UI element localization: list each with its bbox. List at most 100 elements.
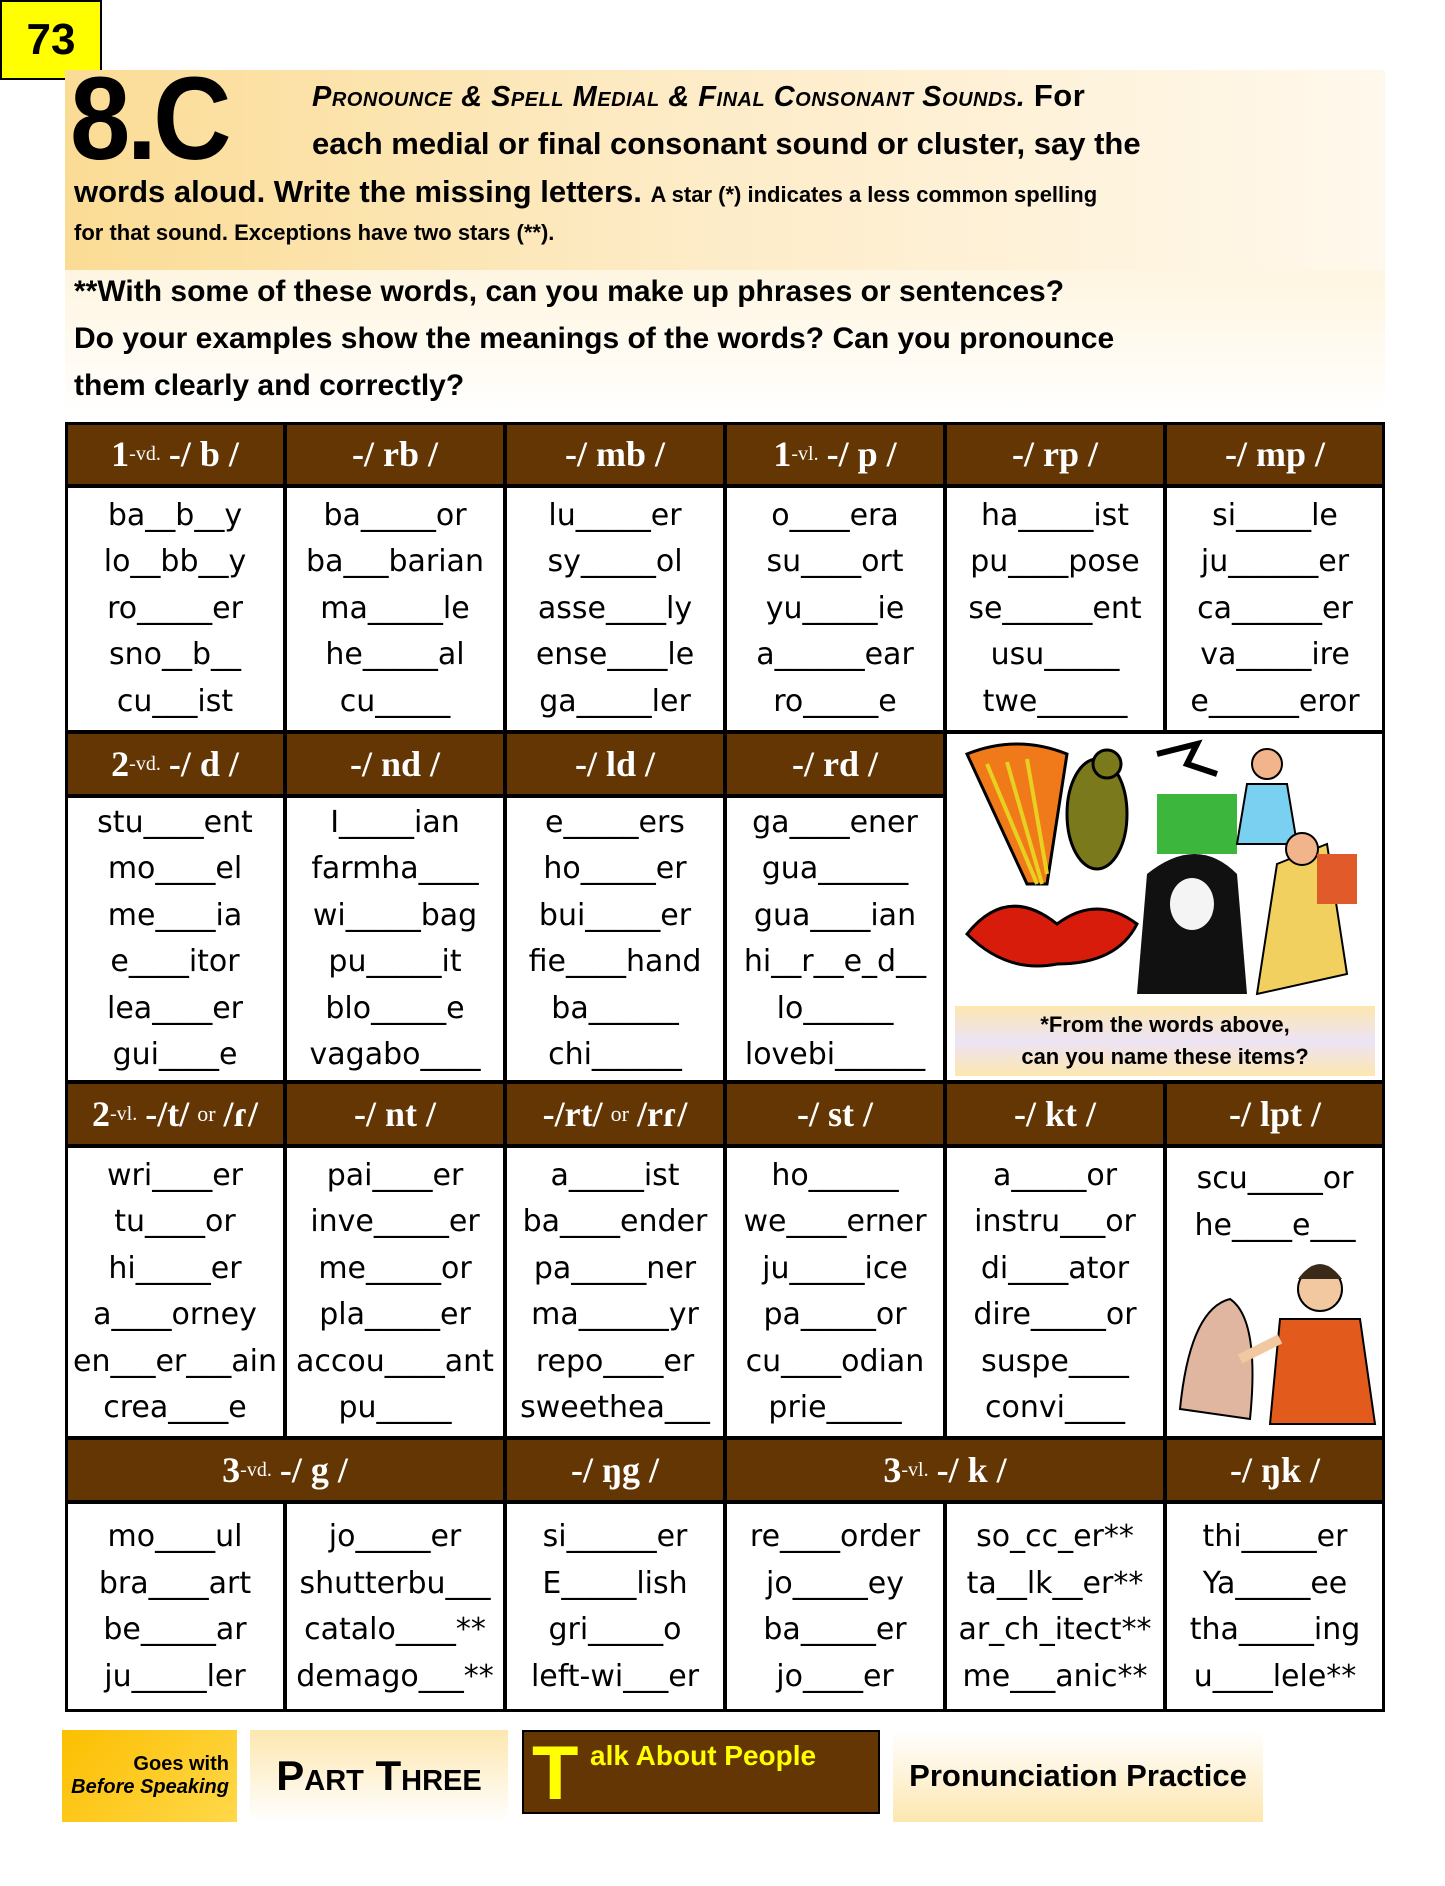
word-blank[interactable]: ma_____le <box>320 586 469 633</box>
word-blank[interactable]: ho_____er <box>543 846 686 893</box>
word-blank[interactable]: left-wi___er <box>531 1654 699 1701</box>
word-blank[interactable]: a______ear <box>756 632 914 679</box>
word-blank[interactable]: o____era <box>771 493 899 540</box>
word-blank[interactable]: asse____ly <box>538 586 692 633</box>
word-blank[interactable]: suspe____ <box>981 1339 1129 1386</box>
word-blank[interactable]: ro_____er <box>107 586 243 633</box>
word-blank[interactable]: e_____ers <box>545 800 685 847</box>
word-blank[interactable]: he_____al <box>325 632 464 679</box>
word-blank[interactable]: inve_____er <box>310 1199 479 1246</box>
word-blank[interactable]: pa_____or <box>763 1292 906 1339</box>
word-blank[interactable]: lovebi______ <box>745 1032 925 1079</box>
word-blank[interactable]: he____e___ <box>1195 1203 1356 1250</box>
word-blank[interactable]: I_____ian <box>330 800 460 847</box>
word-blank[interactable]: ju______er <box>1201 539 1349 586</box>
word-blank[interactable]: yu_____ie <box>766 586 905 633</box>
word-blank[interactable]: a____orney <box>93 1292 257 1339</box>
word-blank[interactable]: a_____or <box>993 1153 1117 1200</box>
word-blank[interactable]: ar_ch_itect** <box>958 1607 1151 1654</box>
word-blank[interactable]: cu___ist <box>117 679 233 726</box>
word-blank[interactable]: ga_____ler <box>539 679 691 726</box>
word-blank[interactable]: ba___barian <box>306 539 484 586</box>
word-blank[interactable]: se______ent <box>968 586 1141 633</box>
word-blank[interactable]: tu____or <box>114 1199 235 1246</box>
word-blank[interactable]: dire_____or <box>973 1292 1136 1339</box>
word-blank[interactable]: re____order <box>750 1514 920 1561</box>
word-blank[interactable]: mo____el <box>108 846 242 893</box>
word-blank[interactable]: so_cc_er** <box>976 1514 1134 1561</box>
word-blank[interactable]: usu_____ <box>991 632 1120 679</box>
word-blank[interactable]: su____ort <box>766 539 903 586</box>
word-blank[interactable]: a_____ist <box>550 1153 679 1200</box>
word-blank[interactable]: ba____ender <box>523 1199 708 1246</box>
word-blank[interactable]: ma______yr <box>531 1292 699 1339</box>
word-blank[interactable]: me___anic** <box>963 1654 1148 1701</box>
word-blank[interactable]: jo_____ey <box>766 1561 904 1608</box>
word-blank[interactable]: ju_____ice <box>762 1246 908 1293</box>
word-blank[interactable]: ba_____er <box>763 1607 906 1654</box>
word-blank[interactable]: lo______ <box>777 986 894 1033</box>
word-blank[interactable]: sy_____ol <box>547 539 682 586</box>
word-blank[interactable]: E_____lish <box>542 1561 687 1608</box>
word-blank[interactable]: lu_____er <box>548 493 681 540</box>
word-blank[interactable]: lo__bb__y <box>104 539 247 586</box>
word-blank[interactable]: ro_____e <box>773 679 897 726</box>
word-blank[interactable]: sweethea___ <box>520 1385 710 1432</box>
word-blank[interactable]: tha_____ing <box>1190 1607 1361 1654</box>
word-blank[interactable]: pla_____er <box>319 1292 471 1339</box>
word-blank[interactable]: instru___or <box>974 1199 1136 1246</box>
word-blank[interactable]: fie____hand <box>529 939 702 986</box>
word-blank[interactable]: bra____art <box>99 1561 251 1608</box>
word-blank[interactable]: u____lele** <box>1194 1654 1357 1701</box>
word-blank[interactable]: me_____or <box>318 1246 471 1293</box>
word-blank[interactable]: accou____ant <box>296 1339 494 1386</box>
word-blank[interactable]: vagabo____ <box>310 1032 481 1079</box>
word-blank[interactable]: lea____er <box>107 986 243 1033</box>
word-blank[interactable]: we____erner <box>743 1199 926 1246</box>
word-blank[interactable]: ba_____or <box>323 493 466 540</box>
word-blank[interactable]: blo_____e <box>325 986 464 1033</box>
word-blank[interactable]: va_____ire <box>1200 632 1350 679</box>
word-blank[interactable]: jo____er <box>776 1654 893 1701</box>
word-blank[interactable]: ense____le <box>536 632 694 679</box>
word-blank[interactable]: ca______er <box>1197 586 1353 633</box>
word-blank[interactable]: crea____e <box>103 1385 246 1432</box>
word-blank[interactable]: pu_____ <box>338 1385 451 1432</box>
word-blank[interactable]: scu_____or <box>1197 1156 1354 1203</box>
word-blank[interactable]: ho______ <box>771 1153 898 1200</box>
word-blank[interactable]: di____ator <box>981 1246 1129 1293</box>
word-blank[interactable]: wri____er <box>107 1153 243 1200</box>
word-blank[interactable]: pa_____ner <box>534 1246 696 1293</box>
word-blank[interactable]: sno__b__ <box>109 632 241 679</box>
word-blank[interactable]: wi_____bag <box>313 893 477 940</box>
word-blank[interactable]: si_____le <box>1212 493 1338 540</box>
word-blank[interactable]: shutterbu___ <box>299 1561 490 1608</box>
word-blank[interactable]: thi_____er <box>1203 1514 1348 1561</box>
word-blank[interactable]: Ya_____ee <box>1203 1561 1348 1608</box>
word-blank[interactable]: chi______ <box>548 1032 682 1079</box>
word-blank[interactable]: demago___** <box>296 1654 494 1701</box>
word-blank[interactable]: e____itor <box>110 939 239 986</box>
word-blank[interactable]: twe______ <box>983 679 1128 726</box>
word-blank[interactable]: pai____er <box>327 1153 464 1200</box>
word-blank[interactable]: ga____ener <box>752 800 918 847</box>
word-blank[interactable]: convi____ <box>985 1385 1125 1432</box>
word-blank[interactable]: stu____ent <box>97 800 253 847</box>
word-blank[interactable]: gri_____o <box>548 1607 681 1654</box>
word-blank[interactable]: e______eror <box>1190 679 1359 726</box>
word-blank[interactable]: en___er___ain <box>73 1339 277 1386</box>
word-blank[interactable]: be_____ar <box>103 1607 246 1654</box>
word-blank[interactable]: gui____e <box>113 1032 238 1079</box>
word-blank[interactable]: me____ia <box>108 893 242 940</box>
word-blank[interactable]: hi_____er <box>108 1246 241 1293</box>
word-blank[interactable]: ba______ <box>551 986 678 1033</box>
word-blank[interactable]: ju_____ler <box>104 1654 245 1701</box>
word-blank[interactable]: cu_____ <box>340 679 451 726</box>
word-blank[interactable]: pu____pose <box>970 539 1140 586</box>
word-blank[interactable]: ha_____ist <box>981 493 1129 540</box>
word-blank[interactable]: ta__lk__er** <box>967 1561 1144 1608</box>
word-blank[interactable]: mo____ul <box>108 1514 243 1561</box>
word-blank[interactable]: bui_____er <box>539 893 691 940</box>
word-blank[interactable]: repo____er <box>536 1339 694 1386</box>
word-blank[interactable]: jo_____er <box>329 1514 461 1561</box>
